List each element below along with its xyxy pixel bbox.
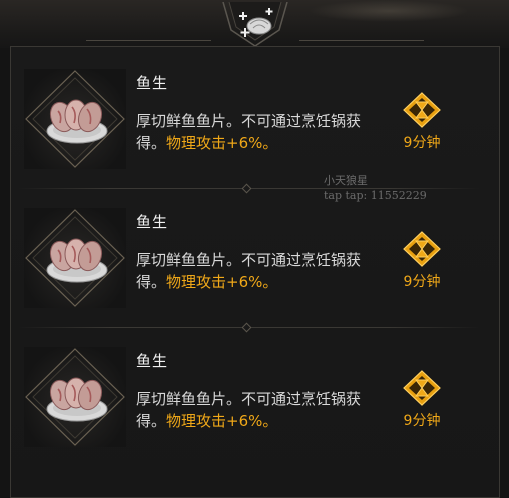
buff-item-card[interactable]: 鱼生 厚切鲜鱼鱼片。不可通过烹饪锅获得。物理攻击+6%。 9分钟 [18, 336, 480, 464]
duration-text: 9分钟 [403, 274, 441, 290]
buff-item-card[interactable]: 鱼生 厚切鲜鱼鱼片。不可通过烹饪锅获得。物理攻击+6%。 9分钟 [18, 197, 480, 333]
watermark-line-2: tap tap: 11552229 [324, 189, 427, 202]
hourglass-icon [403, 92, 441, 128]
sashimi-plate-icon [24, 347, 126, 447]
item-name: 鱼生 [136, 74, 169, 92]
watermark-line-1: 小天狼星 [324, 174, 368, 187]
item-buff-effect: 物理攻击+6%。 [166, 134, 278, 152]
hourglass-icon [403, 231, 441, 267]
duration-indicator: 9分钟 [392, 370, 452, 434]
duration-text: 9分钟 [403, 135, 441, 151]
item-description: 厚切鲜鱼鱼片。不可通过烹饪锅获得。物理攻击+6%。 [136, 249, 366, 293]
food-buff-icon [217, 2, 293, 48]
item-buff-effect: 物理攻击+6%。 [166, 273, 278, 291]
item-name: 鱼生 [136, 213, 169, 231]
sashimi-plate-icon [24, 208, 126, 308]
item-name: 鱼生 [136, 352, 169, 370]
header-line-left [86, 40, 211, 41]
watermark: 小天狼星 tap tap: 11552229 [324, 173, 427, 203]
hourglass-icon [403, 370, 441, 406]
buff-item-card[interactable]: 鱼生 厚切鲜鱼鱼片。不可通过烹饪锅获得。物理攻击+6%。 9分钟 [18, 58, 480, 194]
item-description: 厚切鲜鱼鱼片。不可通过烹饪锅获得。物理攻击+6%。 [136, 110, 366, 154]
duration-indicator: 9分钟 [392, 92, 452, 156]
duration-indicator: 9分钟 [392, 231, 452, 295]
sashimi-plate-icon [24, 69, 126, 169]
item-description: 厚切鲜鱼鱼片。不可通过烹饪锅获得。物理攻击+6%。 [136, 388, 366, 432]
duration-text: 9分钟 [403, 413, 441, 429]
item-buff-effect: 物理攻击+6%。 [166, 412, 278, 430]
header-line-right [299, 40, 424, 41]
